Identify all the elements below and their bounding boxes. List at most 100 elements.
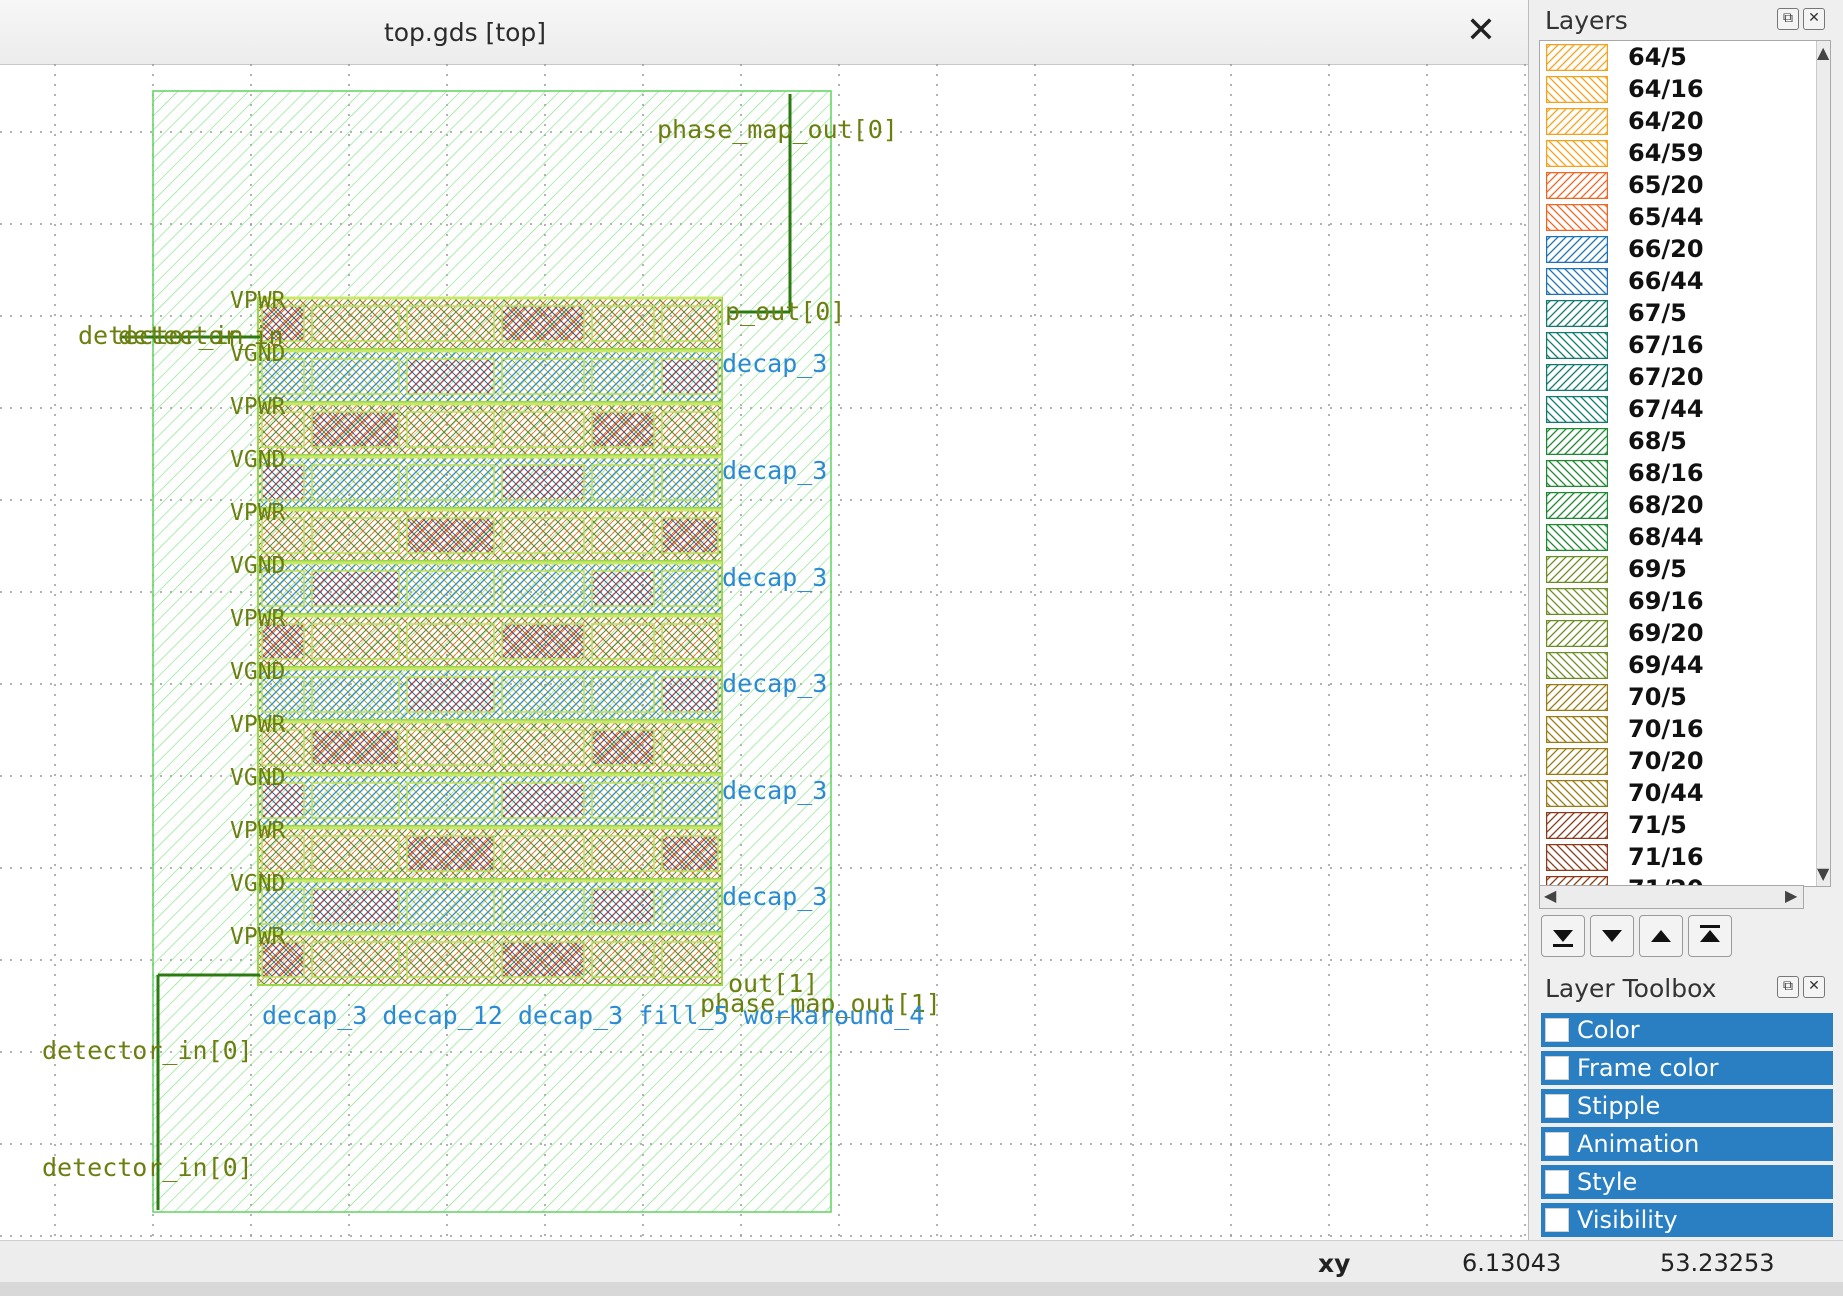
move-up-button[interactable]	[1639, 915, 1683, 957]
layers-vertical-scrollbar[interactable]: ▲ ▼	[1816, 41, 1830, 886]
close-icon[interactable]: ✕	[1803, 8, 1825, 30]
layer-row[interactable]: 64/16	[1540, 73, 1805, 105]
layer-name: 64/5	[1628, 43, 1687, 71]
toolbox-item-label: Color	[1577, 1016, 1640, 1044]
toolbox-item-style[interactable]: Style	[1541, 1165, 1833, 1199]
expand-checkbox[interactable]	[1545, 1170, 1569, 1194]
rail-label-vgnd: VGND	[230, 659, 285, 685]
expand-checkbox[interactable]	[1545, 1132, 1569, 1156]
toolbox-item-visibility[interactable]: Visibility	[1541, 1203, 1833, 1237]
layer-order-toolbar	[1541, 915, 1732, 957]
layer-row[interactable]: 71/16	[1540, 841, 1805, 873]
layer-row[interactable]: 69/5	[1540, 553, 1805, 585]
layer-row[interactable]: 67/16	[1540, 329, 1805, 361]
move-up-icon	[1651, 930, 1671, 942]
scroll-left-icon[interactable]: ◀	[1544, 886, 1556, 905]
coordinate-label: xy	[1318, 1249, 1351, 1278]
layer-row[interactable]: 64/59	[1540, 137, 1805, 169]
layer-row[interactable]: 70/20	[1540, 745, 1805, 777]
expand-checkbox[interactable]	[1545, 1018, 1569, 1042]
layer-swatch	[1546, 620, 1608, 647]
layers-list[interactable]: 64/5 64/16 64/20 64/59 65/20 65/44 66/20 66/44 6…	[1539, 40, 1831, 887]
expand-checkbox[interactable]	[1545, 1208, 1569, 1232]
layer-swatch	[1546, 172, 1608, 199]
standard-cell	[661, 517, 719, 554]
layer-row[interactable]: 67/44	[1540, 393, 1805, 425]
rail-label-vpwr: VPWR	[230, 924, 286, 950]
layers-dock-buttons: ⧉ ✕	[1777, 8, 1825, 30]
layer-row[interactable]: 69/44	[1540, 649, 1805, 681]
layer-name: 71/16	[1628, 843, 1704, 871]
close-icon[interactable]: ✕	[1803, 976, 1825, 998]
layer-swatch	[1546, 44, 1608, 71]
move-to-bottom-button[interactable]	[1541, 915, 1585, 957]
layer-row[interactable]: 64/5	[1540, 41, 1805, 73]
standard-cell	[501, 623, 585, 660]
layer-row[interactable]: 68/16	[1540, 457, 1805, 489]
layer-row[interactable]: 69/20	[1540, 617, 1805, 649]
layer-name: 70/5	[1628, 683, 1687, 711]
layer-row[interactable]: 71/5	[1540, 809, 1805, 841]
rail-label-vgnd: VGND	[230, 447, 285, 473]
layer-name: 67/16	[1628, 331, 1704, 359]
pin-label-phase-map-out0: phase_map_out[0]	[657, 115, 898, 144]
toolbox-item-frame-color[interactable]: Frame color	[1541, 1051, 1833, 1085]
layer-swatch	[1546, 844, 1608, 871]
layer-row[interactable]: 70/44	[1540, 777, 1805, 809]
layer-row[interactable]: 64/20	[1540, 105, 1805, 137]
pin-label-out0: p_out[0]	[725, 297, 845, 326]
move-down-button[interactable]	[1590, 915, 1634, 957]
rail-label-vpwr: VPWR	[230, 818, 286, 844]
layer-row[interactable]: 65/44	[1540, 201, 1805, 233]
layout-canvas[interactable]: phase_map_out[0] p_out[0] detector_in de…	[0, 64, 1528, 1240]
layer-row[interactable]: 68/44	[1540, 521, 1805, 553]
layer-row[interactable]: 66/44	[1540, 265, 1805, 297]
pin-label-detector-in0-b: detector_in[0]	[42, 1153, 253, 1182]
move-to-top-button[interactable]	[1688, 915, 1732, 957]
close-icon[interactable]: ✕	[1460, 10, 1502, 52]
layer-row[interactable]: 68/5	[1540, 425, 1805, 457]
standard-cell	[311, 729, 400, 766]
scroll-down-icon[interactable]: ▼	[1817, 864, 1829, 883]
layer-name: 69/20	[1628, 619, 1704, 647]
layer-name: 68/20	[1628, 491, 1704, 519]
layer-row[interactable]: 67/20	[1540, 361, 1805, 393]
scroll-up-icon[interactable]: ▲	[1817, 43, 1829, 62]
layer-name: 68/16	[1628, 459, 1704, 487]
standard-cell	[661, 676, 719, 713]
float-icon[interactable]: ⧉	[1777, 8, 1799, 30]
standard-cell	[591, 729, 655, 766]
layer-name: 66/20	[1628, 235, 1704, 263]
toolbox-item-label: Stipple	[1577, 1092, 1661, 1120]
layer-row[interactable]: 70/16	[1540, 713, 1805, 745]
rail-label-vgnd: VGND	[230, 765, 285, 791]
layer-row[interactable]: 70/5	[1540, 681, 1805, 713]
layer-toolbox-title: Layer Toolbox	[1545, 974, 1717, 1003]
layer-swatch	[1546, 236, 1608, 263]
layers-panel-title: Layers	[1545, 6, 1628, 35]
toolbox-item-animation[interactable]: Animation	[1541, 1127, 1833, 1161]
standard-cell	[501, 464, 585, 501]
float-icon[interactable]: ⧉	[1777, 976, 1799, 998]
cell-label-bottom-row: decap_3 decap_12 decap_3 fill_5 workarou…	[262, 1001, 924, 1030]
toolbox-item-stipple[interactable]: Stipple	[1541, 1089, 1833, 1123]
layer-name: 65/44	[1628, 203, 1704, 231]
expand-checkbox[interactable]	[1545, 1056, 1569, 1080]
layer-swatch	[1546, 588, 1608, 615]
layer-row[interactable]: 69/16	[1540, 585, 1805, 617]
expand-checkbox[interactable]	[1545, 1094, 1569, 1118]
toolbox-item-color[interactable]: Color	[1541, 1013, 1833, 1047]
layer-row[interactable]: 67/5	[1540, 297, 1805, 329]
layer-row[interactable]: 66/20	[1540, 233, 1805, 265]
layer-row[interactable]: 65/20	[1540, 169, 1805, 201]
rail-label-vpwr: VPWR	[230, 606, 286, 632]
scroll-right-icon[interactable]: ▶	[1785, 886, 1797, 905]
rail-label-vpwr: VPWR	[230, 288, 286, 314]
view-title: top.gds [top]	[383, 18, 547, 47]
layer-name: 64/16	[1628, 75, 1704, 103]
layer-row[interactable]: 68/20	[1540, 489, 1805, 521]
layer-swatch	[1546, 396, 1608, 423]
rail-label-vgnd: VGND	[230, 553, 285, 579]
layer-swatch	[1546, 556, 1608, 583]
layers-horizontal-scrollbar[interactable]: ◀ ▶	[1539, 885, 1804, 909]
